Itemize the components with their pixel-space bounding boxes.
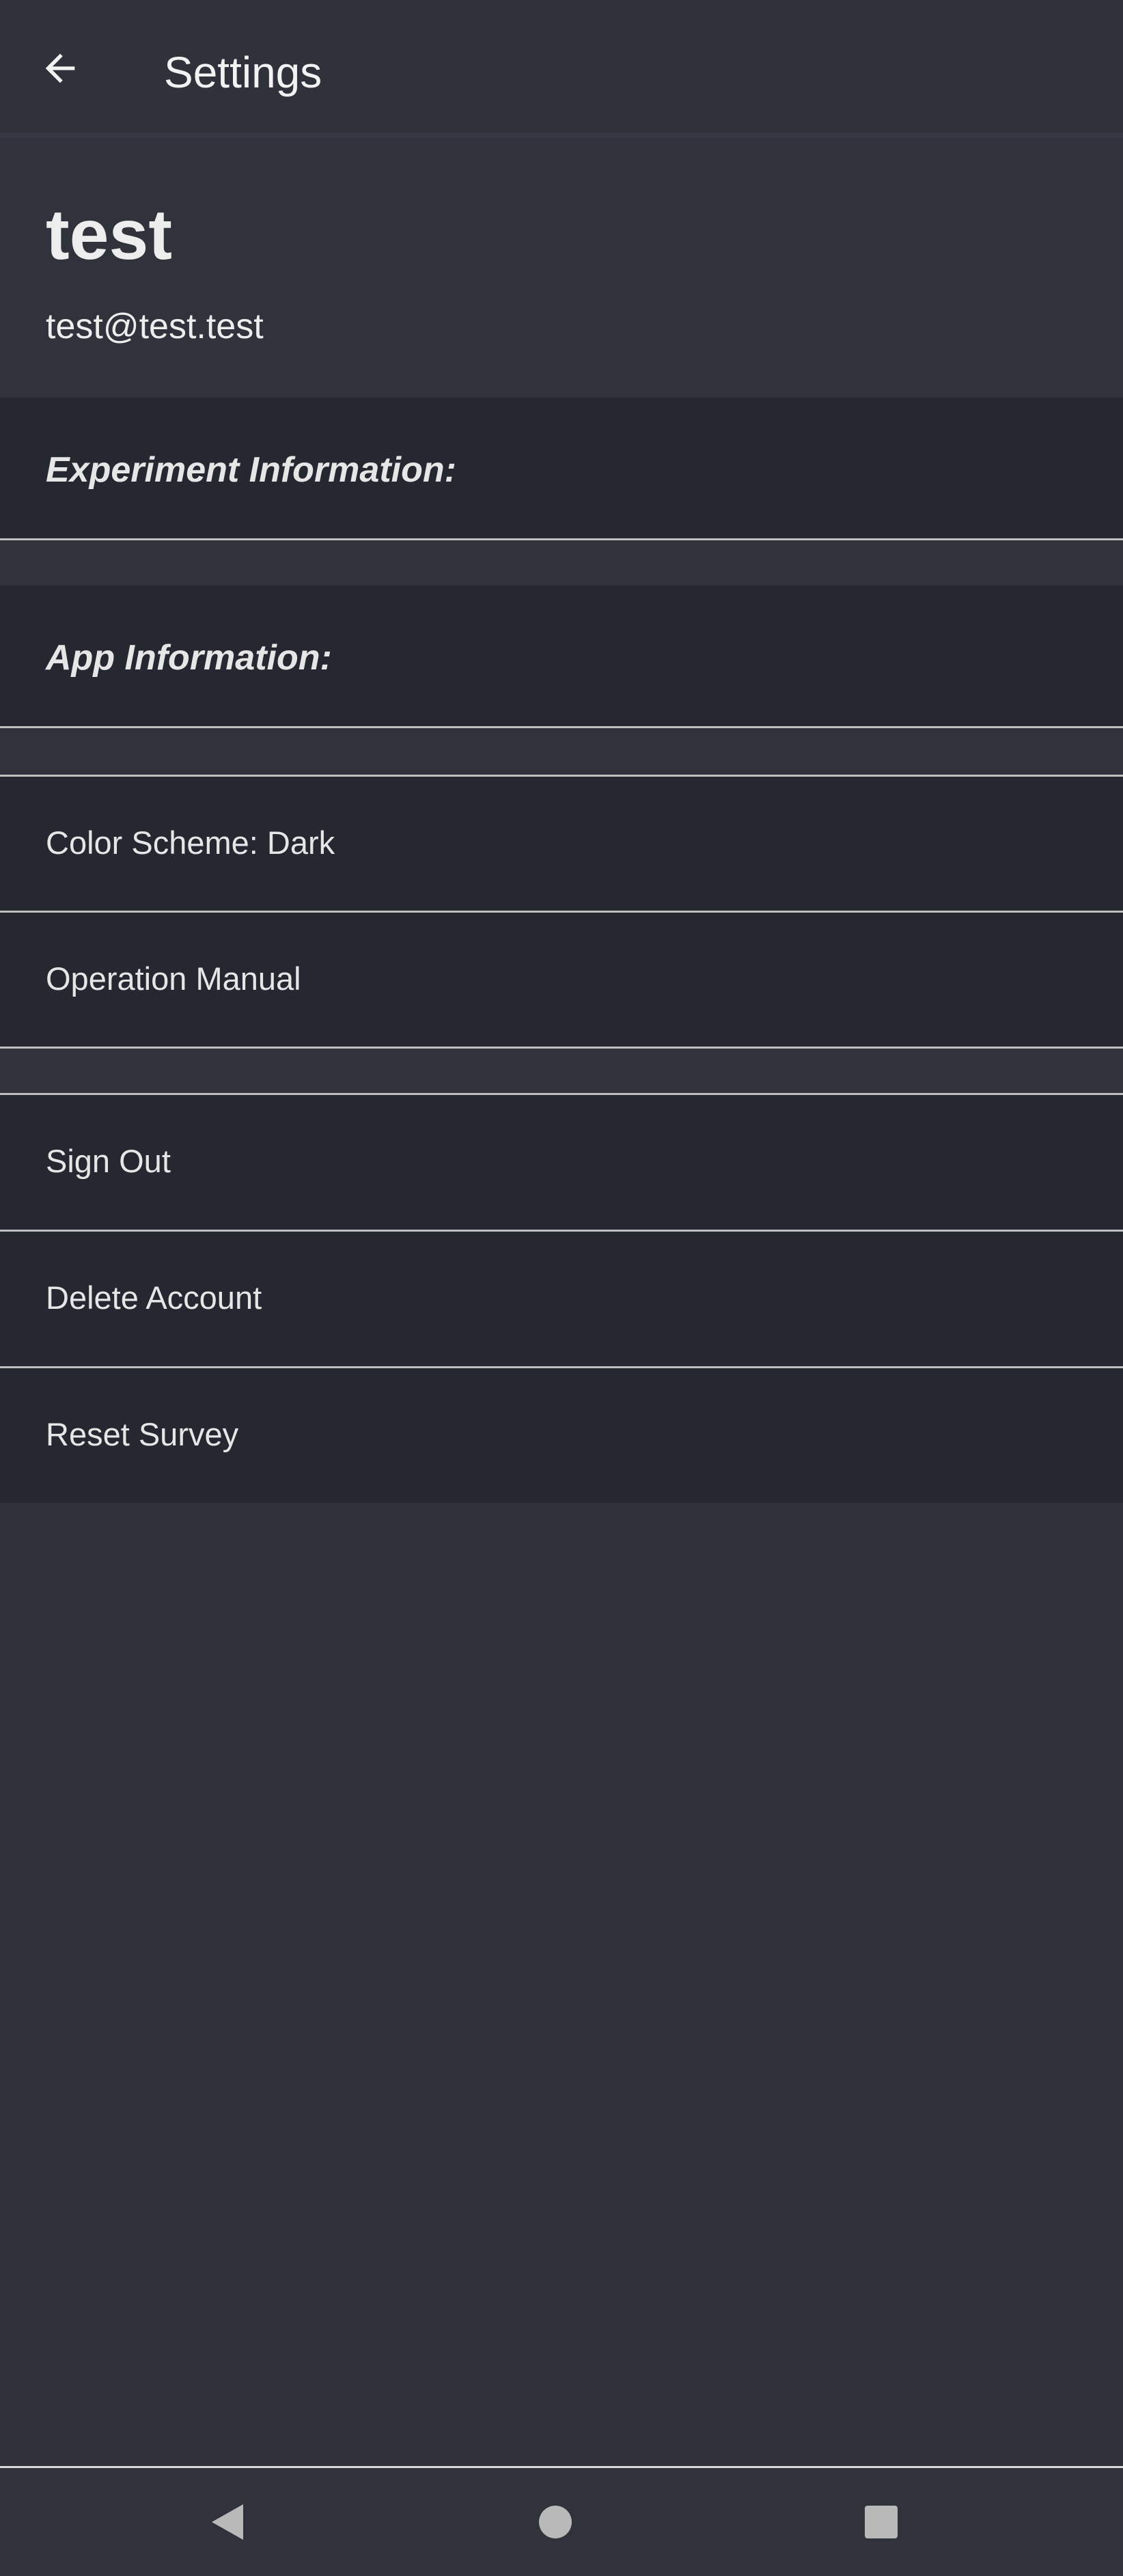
page-title: Settings — [164, 48, 322, 97]
square-recents-icon — [865, 2506, 898, 2538]
reset-survey-item[interactable]: Reset Survey — [0, 1368, 1123, 1503]
delete-account-label: Delete Account — [46, 1279, 262, 1316]
section-app-information[interactable]: App Information: — [0, 585, 1123, 726]
settings-screen: Settings test test@test.test Experiment … — [0, 0, 1123, 2576]
arrow-left-icon — [45, 53, 75, 83]
operation-manual-item[interactable]: Operation Manual — [0, 913, 1123, 1047]
profile-name: test — [46, 195, 172, 275]
circle-home-icon — [539, 2506, 572, 2538]
operation-manual-label: Operation Manual — [46, 960, 301, 997]
color-scheme-label: Color Scheme: Dark — [46, 825, 335, 861]
section-gap — [0, 540, 1123, 585]
app-bar-divider — [0, 133, 1123, 138]
nav-back-button[interactable] — [191, 2484, 266, 2560]
system-nav-bar — [0, 2468, 1123, 2576]
section-app-information-label: App Information: — [46, 638, 332, 678]
profile-email: test@test.test — [46, 307, 264, 346]
color-scheme-item[interactable]: Color Scheme: Dark — [0, 777, 1123, 911]
back-button[interactable] — [25, 33, 96, 104]
section-experiment-information[interactable]: Experiment Information: — [0, 398, 1123, 538]
delete-account-item[interactable]: Delete Account — [0, 1232, 1123, 1366]
nav-recents-button[interactable] — [844, 2484, 919, 2560]
sign-out-label: Sign Out — [46, 1143, 171, 1179]
app-bar: Settings — [0, 0, 1123, 134]
profile-header: test test@test.test — [0, 138, 1123, 398]
section-gap — [0, 728, 1123, 775]
nav-home-button[interactable] — [518, 2484, 593, 2560]
triangle-back-icon — [212, 2504, 243, 2540]
sign-out-item[interactable]: Sign Out — [0, 1095, 1123, 1230]
section-experiment-information-label: Experiment Information: — [46, 450, 456, 490]
section-gap — [0, 1049, 1123, 1093]
reset-survey-label: Reset Survey — [46, 1416, 239, 1452]
